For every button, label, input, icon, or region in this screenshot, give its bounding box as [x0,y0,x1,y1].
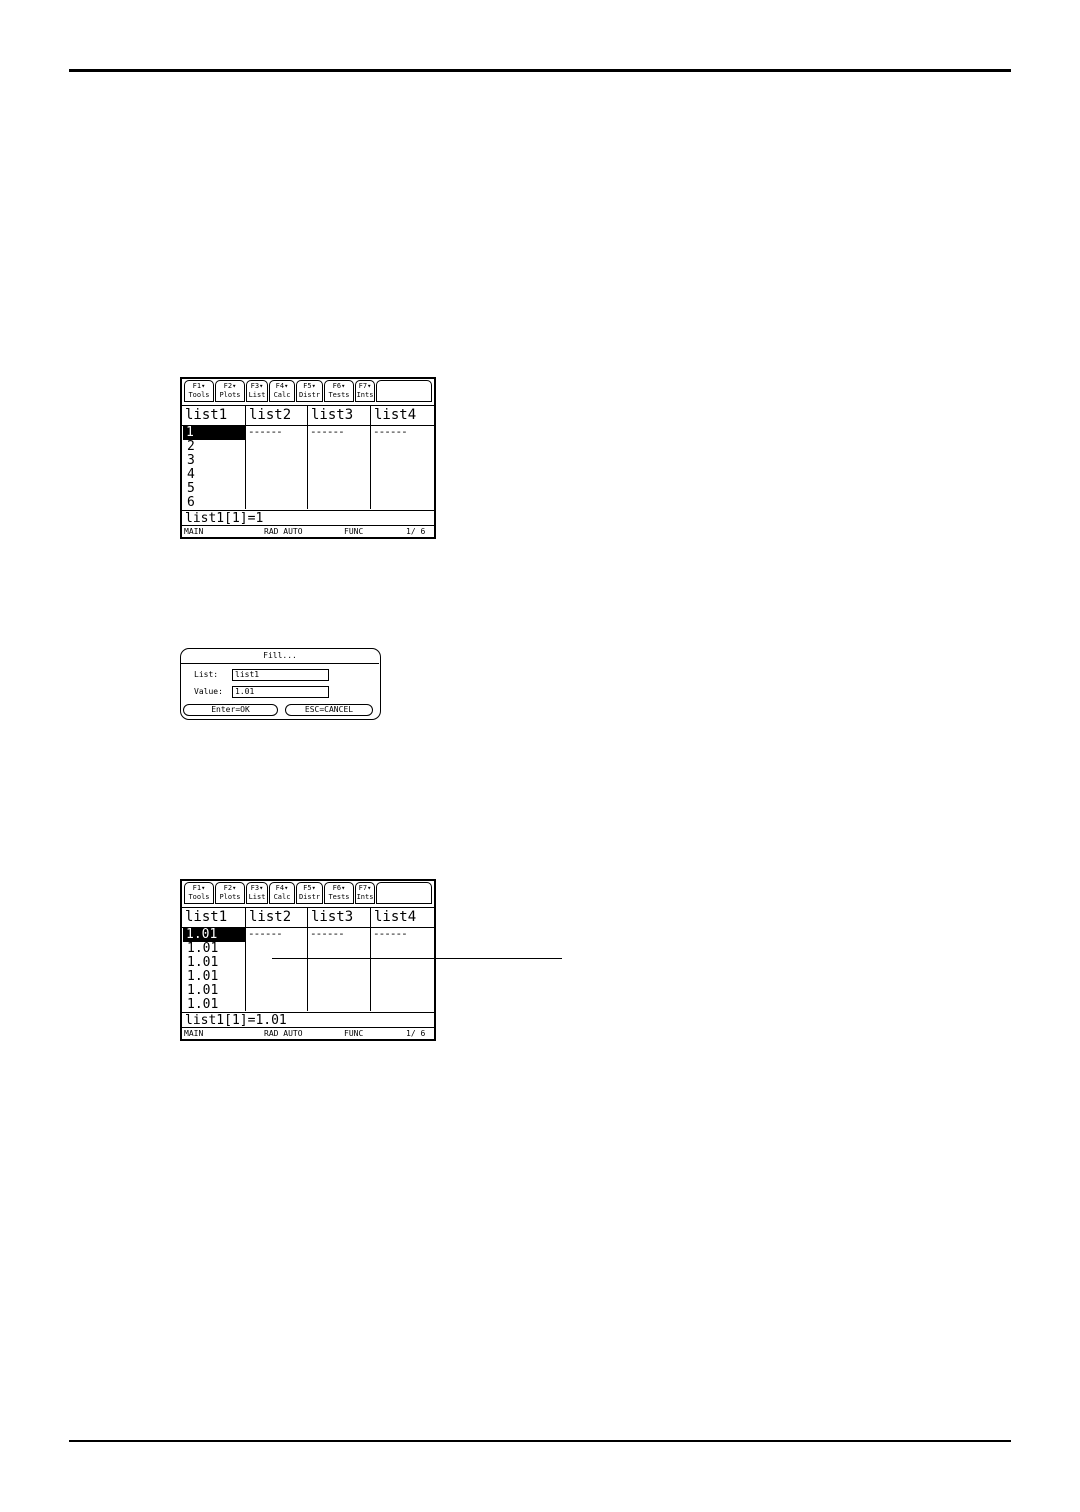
list1-cell[interactable]: 1.01 [184,956,246,970]
list-label: List: [194,670,219,679]
list1-cell[interactable]: 1.01 [184,942,246,956]
f3-list-menu[interactable]: F3▾ List [246,380,268,402]
status-bar: MAIN RAD AUTO FUNC 1/ 6 [182,1027,434,1039]
column-header-list3[interactable]: list3 [308,405,371,425]
f7-ints-menu[interactable]: F7▾ Ints [355,882,375,904]
list1-cell[interactable]: 4 [184,468,246,482]
fill-dialog: Fill... List: list1 Value: 1.01 Enter=OK… [180,648,381,720]
esc-cancel-button[interactable]: ESC=CANCEL [285,704,373,716]
callout-line [272,958,562,959]
dialog-title: Fill... [181,649,379,664]
f4-calc-menu[interactable]: F4▾ Calc [269,882,295,904]
column-header-list2[interactable]: list2 [246,907,308,927]
list1-cell[interactable]: 1.01 [184,970,246,984]
toolbar: F1▾ Tools F2▾ Plots F3▾ List F4▾ Calc F5▾ Dis… [182,881,434,908]
f2-plots-menu[interactable]: F2▾ Plots [215,882,245,904]
f1-tools-menu[interactable]: F1▾ Tools [184,882,214,904]
status-bar: MAIN RAD AUTO FUNC 1/ 6 [182,525,434,537]
value-label: Value: [194,687,223,696]
list4-empty-marker: ------ [373,927,408,940]
f6-tests-menu[interactable]: F6▾ Tests [324,882,354,904]
list1-cell[interactable]: 3 [184,454,246,468]
column-header-list1[interactable]: list1 [182,405,246,425]
f5-distr-menu[interactable]: F5▾ Distr [296,380,323,402]
list1-cell[interactable]: 5 [184,482,246,496]
list1-cell-selected[interactable]: 1.01 [183,928,245,942]
list4-empty-marker: ------ [373,425,408,438]
list2-empty-marker: ------ [248,927,283,940]
top-rule [69,69,1011,72]
toolbar-blank-tab [376,380,432,402]
entry-line[interactable]: list1[1]=1.01 [182,1012,434,1028]
list-editor-screen-after: F1▾ Tools F2▾ Plots F3▾ List F4▾ Calc F5▾ Dis… [180,879,436,1041]
f6-tests-menu[interactable]: F6▾ Tests [324,380,354,402]
status-folder: MAIN [184,1029,204,1038]
f2-plots-menu[interactable]: F2▾ Plots [215,380,245,402]
list3-empty-marker: ------ [310,927,345,940]
toolbar-blank-tab [376,882,432,904]
column-header-list2[interactable]: list2 [246,405,308,425]
list2-empty-marker: ------ [248,425,283,438]
status-mode: RAD AUTO [264,1029,303,1038]
bottom-rule [69,1440,1011,1442]
f5-distr-menu[interactable]: F5▾ Distr [296,882,323,904]
f3-list-menu[interactable]: F3▾ List [246,882,268,904]
value-field[interactable]: 1.01 [232,686,329,698]
list-grid: list1 list2 list3 list4 ------ ------ --… [182,405,434,510]
list1-cell[interactable]: 1.01 [184,984,246,998]
entry-line[interactable]: list1[1]=1 [182,510,434,526]
f7-ints-menu[interactable]: F7▾ Ints [355,380,375,402]
status-count: 1/ 6 [406,1029,426,1038]
list3-empty-marker: ------ [310,425,345,438]
column-header-list1[interactable]: list1 [182,907,246,927]
list1-cell[interactable]: 2 [184,440,246,454]
list1-cell-selected[interactable]: 1 [183,426,245,440]
list1-cell[interactable]: 6 [184,496,246,510]
f4-calc-menu[interactable]: F4▾ Calc [269,380,295,402]
list-editor-screen-before: F1▾ Tools F2▾ Plots F3▾ List F4▾ Calc F5▾ Dis… [180,377,436,539]
toolbar: F1▾ Tools F2▾ Plots F3▾ List F4▾ Calc F5▾ Dis… [182,379,434,406]
f1-tools-menu[interactable]: F1▾ Tools [184,380,214,402]
list-grid: list1 list2 list3 list4 ------ ------ --… [182,907,434,1012]
status-folder: MAIN [184,527,204,536]
column-header-list3[interactable]: list3 [308,907,371,927]
list1-cell[interactable]: 1.01 [184,998,246,1012]
column-header-list4[interactable]: list4 [371,405,434,425]
list-field[interactable]: list1 [232,669,329,681]
status-graph: FUNC [344,1029,364,1038]
column-header-list4[interactable]: list4 [371,907,434,927]
enter-ok-button[interactable]: Enter=OK [183,704,278,716]
status-count: 1/ 6 [406,527,426,536]
status-graph: FUNC [344,527,364,536]
status-mode: RAD AUTO [264,527,303,536]
